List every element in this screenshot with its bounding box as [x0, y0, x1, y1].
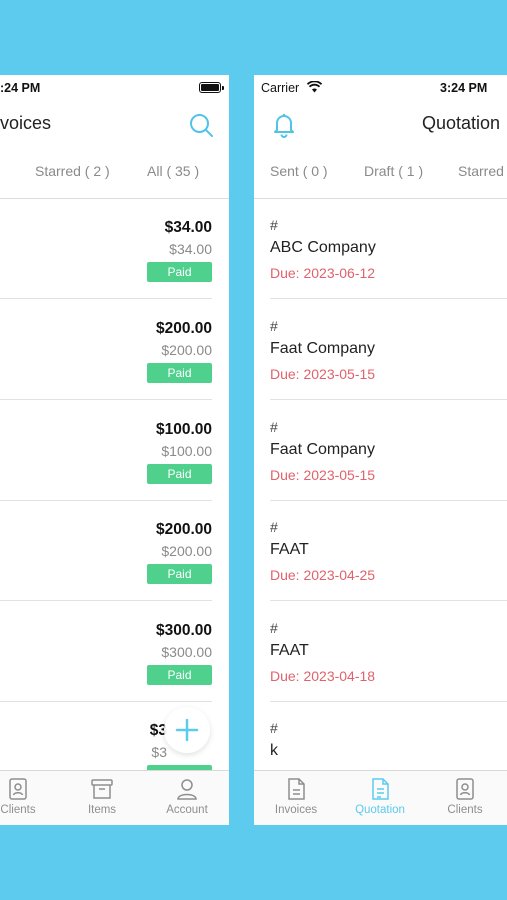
status-badge: Paid: [147, 262, 212, 282]
invoice-amount: $34.00: [164, 219, 212, 236]
invoice-amount: $300.00: [155, 622, 212, 639]
invoice-row[interactable]: $200.00 $200.00 Paid: [0, 300, 229, 400]
tab-label: Items: [87, 804, 117, 816]
row-divider: [0, 298, 212, 299]
due-date: Due: 2023-06-12: [270, 265, 376, 281]
quotation-filter-tabs: Sent ( 0 ) Draft ( 1 ) Starred: [254, 163, 507, 183]
quotation-number: #: [270, 620, 278, 636]
quotation-row[interactable]: # ABC Company Due: 2023-06-12: [254, 199, 507, 299]
quotation-number: #: [270, 519, 278, 535]
quotation-screen: Carrier 3:24 PM Quotation Sent ( 0 ) Dra…: [254, 75, 507, 825]
due-date: Due: 2023-04-18: [270, 668, 376, 684]
tab-starred[interactable]: Starred ( 2 ): [35, 163, 110, 179]
status-time: :24 PM: [0, 81, 41, 95]
tab-account[interactable]: Account: [152, 777, 222, 816]
invoice-subtotal: $200.00: [161, 543, 212, 559]
invoice-amount: $100.00: [155, 421, 212, 438]
status-badge: Paid: [147, 464, 212, 484]
tab-clients[interactable]: Clients: [0, 777, 53, 816]
carrier-label: Carrier: [261, 81, 300, 95]
invoice-row[interactable]: $300.00 $300.00 Paid: [0, 602, 229, 702]
quotation-row[interactable]: # FAAT Due: 2023-04-25: [254, 501, 507, 601]
quotation-icon: [372, 778, 389, 800]
add-invoice-button[interactable]: [164, 707, 210, 753]
due-date: Due: 2023-04-25: [270, 567, 376, 583]
clients-icon: [456, 778, 474, 800]
row-divider: [270, 600, 507, 601]
quotation-row[interactable]: # FAAT Due: 2023-04-18: [254, 602, 507, 702]
bell-icon[interactable]: [270, 111, 298, 139]
tab-clients[interactable]: Clients: [430, 777, 500, 816]
invoice-amount: $200.00: [155, 320, 212, 337]
tab-label: Quotation: [355, 804, 405, 816]
client-name: ABC Company: [270, 239, 376, 256]
status-badge: Paid: [147, 665, 212, 685]
quotation-number: #: [270, 720, 278, 736]
invoices-icon: [288, 778, 305, 800]
invoice-row[interactable]: $100.00 $100.00 Paid: [0, 401, 229, 501]
clients-icon: [9, 778, 27, 800]
invoices-screen: :24 PM voices Starred ( 2 ) All ( 35 ) $…: [0, 75, 229, 825]
tab-quotation[interactable]: Quotation: [345, 777, 415, 816]
invoice-subtotal: $100.00: [161, 443, 212, 459]
status-badge: Paid: [147, 564, 212, 584]
client-name: Faat Company: [270, 441, 375, 458]
tab-label: Account: [166, 804, 208, 816]
quotation-row[interactable]: # Faat Company Due: 2023-05-15: [254, 300, 507, 400]
quotation-row[interactable]: # Faat Company Due: 2023-05-15: [254, 401, 507, 501]
battery-icon: [199, 82, 224, 93]
invoice-row[interactable]: $34.00 $34.00 Paid: [0, 199, 229, 299]
tab-sent[interactable]: Sent ( 0 ): [270, 163, 328, 179]
row-divider: [270, 399, 507, 400]
items-icon: [91, 779, 113, 799]
tab-items[interactable]: Items: [67, 777, 137, 816]
tab-label: Invoices: [274, 804, 318, 816]
search-icon[interactable]: [187, 111, 215, 139]
bottom-tab-bar: Invoices Quotation Clients: [254, 770, 507, 825]
client-name: FAAT: [270, 642, 309, 659]
invoice-amount: $200.00: [155, 521, 212, 538]
invoice-subtotal: $34.00: [169, 241, 212, 257]
tab-all[interactable]: All ( 35 ): [147, 163, 199, 179]
invoice-filter-tabs: Starred ( 2 ) All ( 35 ): [0, 163, 229, 183]
quotation-number: #: [270, 318, 278, 334]
due-date: Due: 2023-05-15: [270, 467, 376, 483]
status-time: 3:24 PM: [440, 81, 488, 95]
invoice-subtotal: $200.00: [161, 342, 212, 358]
invoice-subtotal: $300.00: [161, 644, 212, 660]
status-bar: Carrier 3:24 PM: [254, 75, 507, 101]
tab-invoices[interactable]: Invoices: [261, 777, 331, 816]
quotation-number: #: [270, 217, 278, 233]
due-date: Due: 2023-05-15: [270, 366, 376, 382]
bottom-tab-bar: Clients Items Account: [0, 770, 229, 825]
client-name: k: [270, 742, 278, 759]
invoice-subtotal: $3: [151, 744, 167, 760]
tab-starred[interactable]: Starred: [458, 163, 504, 179]
row-divider: [0, 399, 212, 400]
status-bar: :24 PM: [0, 75, 229, 101]
tab-draft[interactable]: Draft ( 1 ): [364, 163, 423, 179]
client-name: FAAT: [270, 541, 309, 558]
tab-label: Clients: [447, 804, 483, 816]
status-badge: Paid: [147, 363, 212, 383]
row-divider: [270, 298, 507, 299]
client-name: Faat Company: [270, 340, 375, 357]
page-title: voices: [0, 113, 52, 133]
quotation-number: #: [270, 419, 278, 435]
row-divider: [0, 600, 212, 601]
account-icon: [177, 779, 197, 800]
tab-label: Clients: [0, 804, 36, 816]
invoice-row[interactable]: $200.00 $200.00 Paid: [0, 501, 229, 601]
wifi-icon: [307, 81, 322, 93]
page-title: Quotation: [422, 113, 501, 133]
